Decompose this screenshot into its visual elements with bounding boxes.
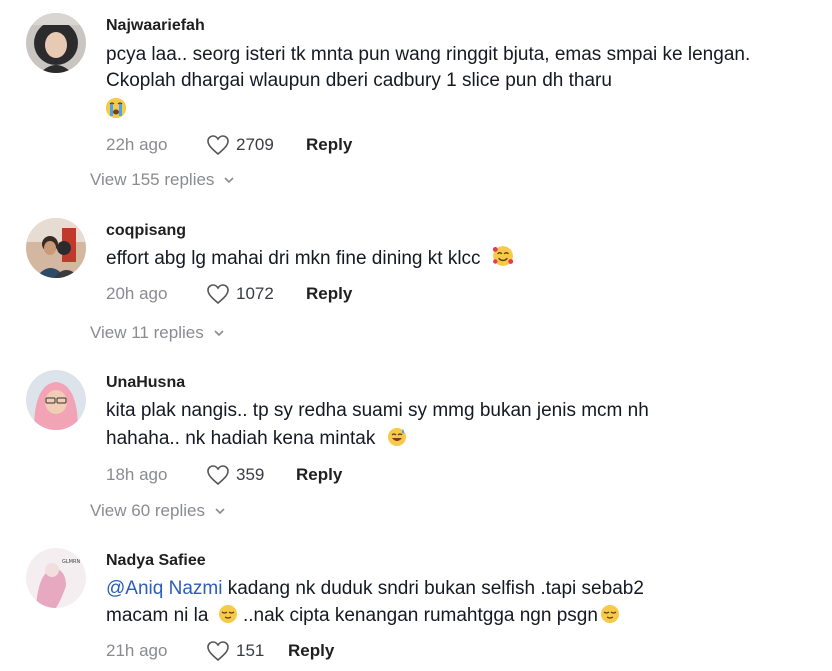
mention-link[interactable]: @Aniq Nazmi [106, 578, 222, 599]
view-replies-button[interactable]: View 155 replies [90, 170, 236, 190]
comment-text: @Aniq Nazmi kadang nk duduk sndri bukan … [106, 575, 792, 629]
smiling-face-with-hearts-icon [492, 245, 513, 266]
comment-meta: 18h ago 359 Reply [106, 463, 792, 487]
avatar[interactable] [26, 13, 86, 73]
comment-username[interactable]: coqpisang [106, 221, 792, 241]
relieved-face-icon [218, 604, 238, 624]
chevron-down-icon [224, 177, 235, 184]
comment-text: pcya laa.. seorg isteri tk mnta pun wang… [106, 42, 792, 123]
chevron-down-icon [215, 508, 225, 515]
like-button[interactable]: 2709 [206, 134, 306, 156]
heart-icon [207, 465, 229, 486]
reply-button[interactable]: Reply [306, 135, 352, 155]
like-count: 151 [236, 641, 265, 660]
comment-meta: 22h ago 2709 Reply [106, 133, 792, 157]
comment-text-content: effort abg lg mahai dri mkn fine dining … [106, 248, 481, 269]
view-replies-label: View 11 replies [90, 323, 204, 342]
comment-timestamp: 18h ago [106, 465, 168, 484]
comment-list: Najwaariefah pcya laa.. seorg isteri tk … [0, 0, 832, 671]
relieved-face-icon [600, 604, 620, 624]
heart-icon [207, 135, 229, 156]
comment-text: kita plak nangis.. tp sy redha suami sy … [106, 397, 792, 453]
comment-timestamp: 22h ago [106, 135, 168, 154]
comment-text-line: hahaha.. nk hadiah kena mintak [106, 428, 376, 449]
like-count: 1072 [236, 284, 274, 303]
loudly-crying-face-icon [106, 98, 126, 118]
avatar[interactable] [26, 218, 86, 278]
comment-text-line: kadang nk duduk sndri bukan selfish .tap… [222, 578, 644, 599]
comment-text-content: pcya laa.. seorg isteri tk mnta pun wang… [106, 44, 751, 91]
comment-text-line: kita plak nangis.. tp sy redha suami sy … [106, 400, 649, 421]
comment-username[interactable]: Nadya Safiee [106, 551, 792, 571]
comment-timestamp: 20h ago [106, 284, 168, 303]
heart-icon [207, 641, 229, 662]
comment-username[interactable]: Najwaariefah [106, 16, 792, 36]
comment-text: effort abg lg mahai dri mkn fine dining … [106, 245, 792, 272]
reply-button[interactable]: Reply [306, 284, 352, 304]
like-button[interactable]: 359 [206, 464, 296, 486]
comment-meta: 20h ago 1072 Reply [106, 282, 792, 306]
comment-timestamp: 21h ago [106, 641, 168, 660]
reply-button[interactable]: Reply [288, 641, 334, 661]
comment-text-line: ..nak cipta kenangan rumahtgga ngn psgn [237, 605, 598, 626]
reply-button[interactable]: Reply [296, 465, 342, 485]
grinning-face-with-sweat-icon [387, 427, 407, 447]
comment-username[interactable]: UnaHusna [106, 373, 792, 393]
like-count: 2709 [236, 135, 274, 154]
view-replies-button[interactable]: View 60 replies [90, 501, 227, 521]
comment-text-line: macam ni la [106, 605, 209, 626]
like-count: 359 [236, 465, 265, 484]
avatar[interactable]: GLMRN [26, 548, 86, 608]
like-button[interactable]: 151 [206, 640, 288, 662]
view-replies-label: View 155 replies [90, 170, 215, 189]
comment-meta: 21h ago 151 Reply [106, 639, 792, 663]
avatar[interactable] [26, 370, 86, 430]
view-replies-button[interactable]: View 11 replies [90, 323, 226, 343]
like-button[interactable]: 1072 [206, 283, 306, 305]
heart-icon [207, 284, 229, 305]
chevron-down-icon [214, 330, 224, 337]
avatar-logo-text: GLMRN [62, 559, 80, 565]
view-replies-label: View 60 replies [90, 501, 205, 520]
